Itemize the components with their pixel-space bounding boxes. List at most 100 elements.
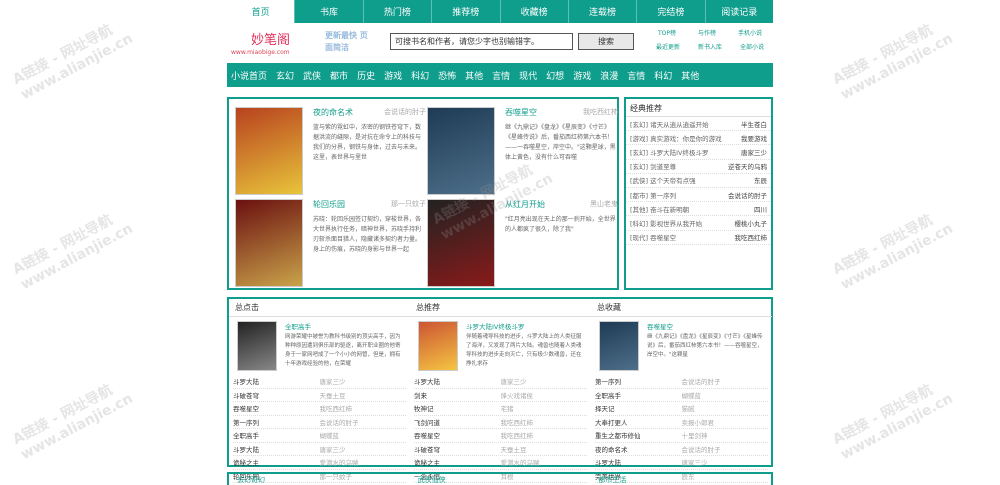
recommend-book[interactable]: [科幻] 影视世界从我开始 xyxy=(630,218,702,228)
topnav-tab-5[interactable]: 连载榜 xyxy=(569,0,638,23)
header-link-a1[interactable]: 与作榜 xyxy=(698,27,716,41)
ranking-book[interactable]: 吞噬星空 xyxy=(233,403,320,413)
bottom-cat-wuxia[interactable]: 武侠仙侠 xyxy=(410,475,591,485)
book-author[interactable]: 那一只蚊子 xyxy=(391,199,426,209)
ranking-author[interactable]: 我吃西红柿 xyxy=(501,430,588,440)
book-title[interactable]: 吞噬星空 xyxy=(647,321,673,331)
ranking-row[interactable]: 斗罗大陆 唐家三少 xyxy=(233,375,406,389)
ranking-row[interactable]: 斗破苍穹 天蚕土豆 xyxy=(233,389,407,402)
ranking-row[interactable]: 第一序列 会说话的肘子 xyxy=(233,416,407,429)
topnav-tab-2[interactable]: 热门榜 xyxy=(364,0,433,23)
recommend-author[interactable]: 唐家三少 xyxy=(741,147,767,157)
topnav-tab-7[interactable]: 阅读记录 xyxy=(706,0,773,23)
ranking-author[interactable]: 唐家三少 xyxy=(320,376,407,386)
recommend-book[interactable]: [都市] 第一序列 xyxy=(630,190,676,200)
ranking-book[interactable]: 吞噬星空 xyxy=(414,430,501,440)
recommend-row[interactable]: [科幻] 影视世界从我开始 樱桃小丸子 xyxy=(626,216,771,231)
ranking-book[interactable]: 斗破苍穹 xyxy=(414,444,501,454)
book-cover[interactable] xyxy=(235,107,303,195)
ranking-row[interactable]: 大奉打更人 卖报小郎君 xyxy=(595,416,769,429)
ranking-author[interactable]: 唐家三少 xyxy=(320,444,407,454)
recommend-book[interactable]: [玄幻] 剑道至尊 xyxy=(630,161,676,171)
book-cover[interactable] xyxy=(599,321,639,371)
header-link-b0[interactable]: 最近更新 xyxy=(656,41,680,55)
ranking-author[interactable]: 天蚕土豆 xyxy=(320,390,407,400)
category-link-10[interactable]: 现代 xyxy=(519,69,537,82)
ranking-row[interactable]: 吞噬星空 我吃西红柿 xyxy=(414,429,587,443)
ranking-book[interactable]: 第一序列 xyxy=(233,417,320,427)
ranking-row[interactable]: 第一序列 会说话的肘子 xyxy=(595,375,768,389)
ranking-author[interactable]: 唐家三少 xyxy=(501,376,588,386)
header-link-a2[interactable]: 手机小说 xyxy=(738,27,762,41)
topnav-tab-1[interactable]: 书库 xyxy=(295,0,364,23)
category-link-15[interactable]: 科幻 xyxy=(654,69,672,82)
ranking-row[interactable]: 重生之都市修仙 十里剑神 xyxy=(595,429,768,443)
topnav-tab-6[interactable]: 完结榜 xyxy=(637,0,706,23)
recommend-author[interactable]: 我要游戏 xyxy=(741,133,767,143)
recommend-book[interactable]: [其他] 奋斗在新明朝 xyxy=(630,204,689,214)
ranking-author[interactable]: 爱潜水的乌贼 xyxy=(320,457,407,467)
ranking-row[interactable]: 诡秘之主 爱潜水的乌贼 xyxy=(414,456,587,470)
ranking-row[interactable]: 吞噬星空 我吃西红柿 xyxy=(233,402,406,416)
ranking-book[interactable]: 重生之都市修仙 xyxy=(595,430,682,440)
book-cover[interactable] xyxy=(235,199,303,287)
ranking-author[interactable]: 会说话的肘子 xyxy=(320,417,407,427)
recommend-book[interactable]: [游戏] 真实游戏：你是你的游戏 xyxy=(630,133,722,143)
recommend-row[interactable]: [玄幻] 剑道至尊 逆苍天的乌鸦 xyxy=(626,160,771,174)
header-link-a0[interactable]: TOP榜 xyxy=(658,27,676,41)
recommend-row[interactable]: [游戏] 真实游戏：你是你的游戏 我要游戏 xyxy=(626,131,771,146)
ranking-book[interactable]: 牧神记 xyxy=(414,403,501,413)
category-link-12[interactable]: 游戏 xyxy=(573,69,591,82)
topnav-tab-4[interactable]: 收藏榜 xyxy=(501,0,569,23)
ranking-author[interactable]: 猫腻 xyxy=(682,403,769,413)
recommend-book[interactable]: [武侠] 这个天帝有点强 xyxy=(630,175,696,185)
ranking-author[interactable]: 十里剑神 xyxy=(682,430,769,440)
ranking-book[interactable]: 择天记 xyxy=(595,403,682,413)
ranking-book[interactable]: 斗罗大陆 xyxy=(414,376,501,386)
ranking-book[interactable]: 剑来 xyxy=(414,390,501,400)
ranking-book[interactable]: 斗罗大陆 xyxy=(233,376,320,386)
ranking-row[interactable]: 飞剑问道 我吃西红柿 xyxy=(414,416,588,429)
ranking-row[interactable]: 剑来 烽火戏诸侯 xyxy=(414,389,587,402)
category-link-13[interactable]: 浪漫 xyxy=(600,69,618,82)
search-input[interactable]: 可搜书名和作者，请您少字也别输错字。 xyxy=(390,33,573,50)
ranking-row[interactable]: 斗罗大陆 唐家三少 xyxy=(233,443,407,456)
book-title[interactable]: 全职高手 xyxy=(285,321,311,331)
category-link-2[interactable]: 武侠 xyxy=(303,69,321,82)
ranking-book[interactable]: 全职高手 xyxy=(233,430,320,440)
ranking-book[interactable]: 诡秘之主 xyxy=(233,457,320,467)
category-link-5[interactable]: 游戏 xyxy=(384,69,402,82)
book-author[interactable]: 会说话的肘子 xyxy=(384,107,426,117)
ranking-author[interactable]: 唐家三少 xyxy=(682,457,769,467)
ranking-book[interactable]: 飞剑问道 xyxy=(414,417,501,427)
book-cover[interactable] xyxy=(427,199,495,287)
recommend-book[interactable]: [现代] 吞噬星空 xyxy=(630,232,676,242)
book-cover[interactable] xyxy=(427,107,495,195)
recommend-author[interactable]: 半生苍白 xyxy=(741,119,767,129)
ranking-book[interactable]: 大奉打更人 xyxy=(595,417,682,427)
category-link-9[interactable]: 言情 xyxy=(492,69,510,82)
book-cover[interactable] xyxy=(418,321,458,371)
ranking-row[interactable]: 全职高手 蝴蝶蓝 xyxy=(595,389,769,402)
ranking-book[interactable]: 全职高手 xyxy=(595,390,682,400)
category-link-0[interactable]: 小说首页 xyxy=(231,69,267,82)
ranking-author[interactable]: 蝴蝶蓝 xyxy=(682,390,769,400)
recommend-row[interactable]: [其他] 奋斗在新明朝 四川 xyxy=(626,202,771,217)
ranking-book[interactable]: 斗罗大陆 xyxy=(595,457,682,467)
recommend-author[interactable]: 东辰 xyxy=(754,175,767,185)
category-link-14[interactable]: 言情 xyxy=(627,69,645,82)
bottom-cat-dushi[interactable]: 都市生活 xyxy=(590,475,771,485)
category-link-7[interactable]: 恐怖 xyxy=(438,69,456,82)
ranking-row[interactable]: 择天记 猫腻 xyxy=(595,402,768,416)
category-link-3[interactable]: 都市 xyxy=(330,69,348,82)
ranking-author[interactable]: 我吃西红柿 xyxy=(320,403,407,413)
book-title[interactable]: 夜的命名术 xyxy=(313,107,353,118)
recommend-book[interactable]: [玄幻] 斗罗大陆IV终极斗罗 xyxy=(630,147,709,157)
ranking-author[interactable]: 会说话的肘子 xyxy=(682,376,769,386)
ranking-author[interactable]: 卖报小郎君 xyxy=(682,417,769,427)
ranking-author[interactable]: 我吃西红柿 xyxy=(501,417,588,427)
ranking-row[interactable]: 斗罗大陆 唐家三少 xyxy=(595,456,768,470)
ranking-book[interactable]: 夜的命名术 xyxy=(595,444,682,454)
recommend-row[interactable]: [玄幻] 斗罗大陆IV终极斗罗 唐家三少 xyxy=(626,145,771,160)
ranking-author[interactable]: 爱潜水的乌贼 xyxy=(501,457,588,467)
